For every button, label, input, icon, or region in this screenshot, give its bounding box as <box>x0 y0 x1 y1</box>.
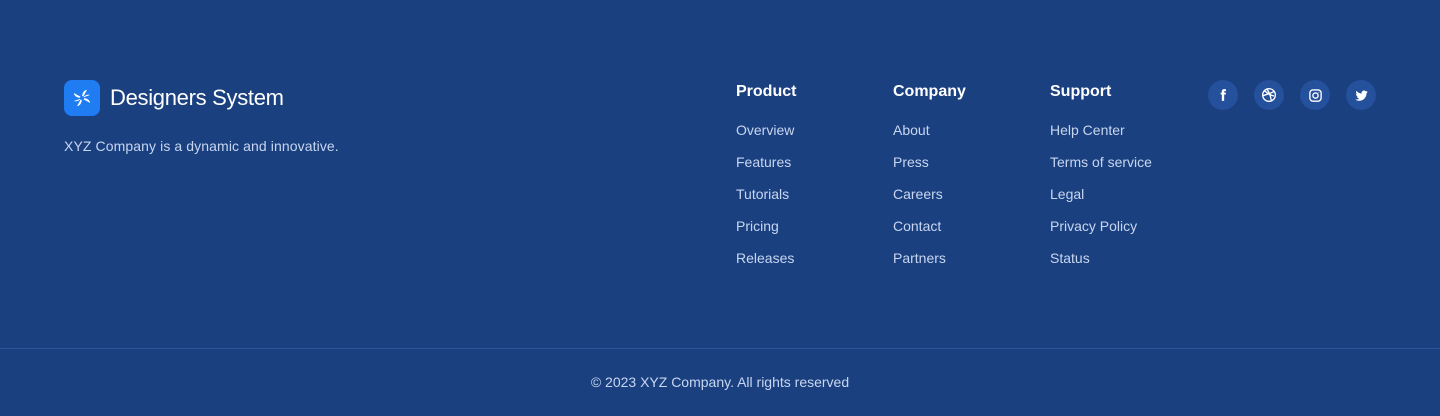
column-title: Company <box>893 83 966 100</box>
brand-row[interactable]: Designers System <box>64 80 339 116</box>
link-list: Overview Features Tutorials Pricing Rele… <box>736 120 796 280</box>
footer-link-about[interactable]: About <box>893 120 966 152</box>
social-links <box>1208 80 1376 110</box>
pinwheel-logo-icon <box>64 80 100 116</box>
instagram-icon[interactable] <box>1300 80 1330 110</box>
link-list: Help Center Terms of service Legal Priva… <box>1050 120 1152 280</box>
footer-link-terms[interactable]: Terms of service <box>1050 152 1152 184</box>
footer-column-company: Company About Press Careers Contact Part… <box>893 82 966 280</box>
footer-link-help-center[interactable]: Help Center <box>1050 120 1152 152</box>
footer-link-contact[interactable]: Contact <box>893 216 966 248</box>
footer-divider <box>0 348 1440 349</box>
footer-link-status[interactable]: Status <box>1050 248 1152 280</box>
footer-link-partners[interactable]: Partners <box>893 248 966 280</box>
brand-block: Designers System XYZ Company is a dynami… <box>64 80 339 154</box>
twitter-icon[interactable] <box>1346 80 1376 110</box>
footer-link-careers[interactable]: Careers <box>893 184 966 216</box>
footer-column-product: Product Overview Features Tutorials Pric… <box>736 82 796 280</box>
copyright-text: © 2023 XYZ Company. All rights reserved <box>590 374 850 390</box>
link-list: About Press Careers Contact Partners <box>893 120 966 280</box>
footer-link-privacy[interactable]: Privacy Policy <box>1050 216 1152 248</box>
footer-link-press[interactable]: Press <box>893 152 966 184</box>
footer-link-features[interactable]: Features <box>736 152 796 184</box>
dribbble-icon[interactable] <box>1254 80 1284 110</box>
footer-column-support: Support Help Center Terms of service Leg… <box>1050 82 1152 280</box>
footer-link-overview[interactable]: Overview <box>736 120 796 152</box>
site-footer: Designers System XYZ Company is a dynami… <box>0 0 1440 416</box>
column-title: Support <box>1050 83 1112 100</box>
footer-link-releases[interactable]: Releases <box>736 248 796 280</box>
brand-name: Designers System <box>110 85 284 110</box>
footer-link-tutorials[interactable]: Tutorials <box>736 184 796 216</box>
brand-description: XYZ Company is a dynamic and innovative. <box>64 138 339 154</box>
facebook-icon[interactable] <box>1208 80 1238 110</box>
footer-link-pricing[interactable]: Pricing <box>736 216 796 248</box>
footer-link-legal[interactable]: Legal <box>1050 184 1152 216</box>
column-title: Product <box>736 83 797 100</box>
